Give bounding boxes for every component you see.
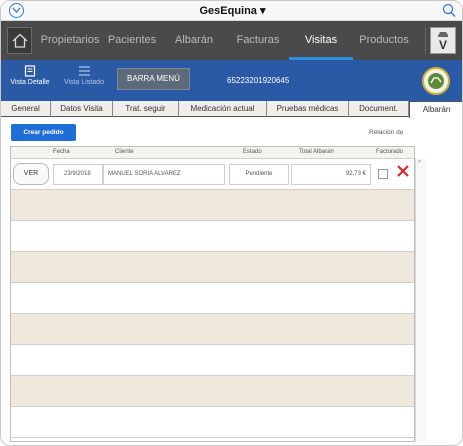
view-toolbar: Vista Detalle Vista Listado BARRA MENÚ 6…	[1, 60, 462, 101]
tab-document[interactable]: Document.	[349, 101, 409, 117]
tab-general[interactable]: General	[1, 101, 51, 117]
tab-datos-visita[interactable]: Datos Visita	[51, 101, 113, 117]
search-icon[interactable]	[442, 3, 456, 23]
nav-divider	[425, 27, 426, 54]
empty-row	[11, 376, 414, 407]
scroll-up-icon[interactable]: ^	[418, 160, 421, 167]
home-icon	[12, 33, 28, 48]
vista-listado-button[interactable]: Vista Listado	[59, 65, 109, 86]
header-total: Total Albaran	[299, 149, 334, 155]
clinic-emblem-icon	[422, 67, 450, 95]
empty-row	[11, 345, 414, 376]
header-facturado: Facturado	[376, 149, 404, 155]
tab-pruebas-medicas[interactable]: Pruebas médicas	[267, 101, 349, 117]
nav-facturas[interactable]: Facturas	[233, 21, 283, 60]
vista-detalle-button[interactable]: Vista Detalle	[7, 65, 53, 86]
total-cell[interactable]: 92,73 €	[291, 164, 371, 185]
detail-icon	[24, 65, 36, 77]
header-estado: Estado	[243, 149, 262, 155]
nav-productos[interactable]: Productos	[357, 21, 411, 60]
nav-albaran[interactable]: Albarán	[169, 21, 219, 60]
table-row[interactable]: VER 23/9/2018 MANUEL SORIA ALVAREZ Pendi…	[11, 159, 414, 190]
vista-detalle-label: Vista Detalle	[10, 79, 50, 86]
delete-icon[interactable]	[396, 164, 410, 183]
table-scrollbar[interactable]: ^	[415, 158, 426, 441]
fecha-cell[interactable]: 23/9/2018	[53, 164, 103, 185]
empty-row	[11, 314, 414, 345]
cliente-cell[interactable]: MANUEL SORIA ALVAREZ	[103, 164, 225, 185]
empty-row	[11, 407, 414, 438]
app-title[interactable]: GesEquina ▾	[1, 4, 462, 17]
vista-listado-label: Vista Listado	[64, 79, 104, 86]
albaran-table: Fecha Cliente Estado Total Albaran Factu…	[10, 146, 415, 442]
detail-tabs: General Datos Visita Trat. seguir Medica…	[1, 101, 462, 118]
nav-visitas[interactable]: Visitas	[293, 21, 349, 60]
header-fecha: Fecha	[53, 149, 70, 155]
header-cliente: Cliente	[115, 149, 134, 155]
ver-button[interactable]: VER	[13, 163, 49, 185]
nav-pacientes[interactable]: Pacientes	[105, 21, 159, 60]
empty-row	[11, 221, 414, 252]
main-nav: Propietarios Pacientes Albarán Facturas …	[1, 21, 462, 60]
empty-row	[11, 283, 414, 314]
record-code: 65223201920645	[227, 76, 290, 85]
tab-medicacion-actual[interactable]: Medicación actual	[179, 101, 267, 117]
crear-pedido-button[interactable]: Crear pedido	[11, 124, 76, 141]
facturado-checkbox[interactable]	[378, 169, 388, 179]
app-logo[interactable]: V	[430, 27, 456, 54]
list-icon	[78, 66, 90, 76]
logo-letter: V	[438, 38, 447, 52]
barra-menu-button[interactable]: BARRA MENÚ	[117, 68, 190, 90]
estado-cell[interactable]: Pendiente	[229, 164, 289, 185]
empty-row	[11, 190, 414, 221]
empty-row	[11, 252, 414, 283]
nav-propietarios[interactable]: Propietarios	[39, 21, 101, 60]
relacion-label: Relación de	[369, 129, 404, 136]
tab-trat-seguir[interactable]: Trat. seguir	[113, 101, 179, 117]
table-header: Fecha Cliente Estado Total Albaran Factu…	[11, 147, 414, 159]
tab-albaran[interactable]: Albarán	[409, 101, 462, 118]
home-button[interactable]	[7, 27, 32, 54]
app-window: GesEquina ▾ Propietarios Pacientes Albar…	[0, 0, 463, 446]
title-bar: GesEquina ▾	[1, 1, 462, 23]
